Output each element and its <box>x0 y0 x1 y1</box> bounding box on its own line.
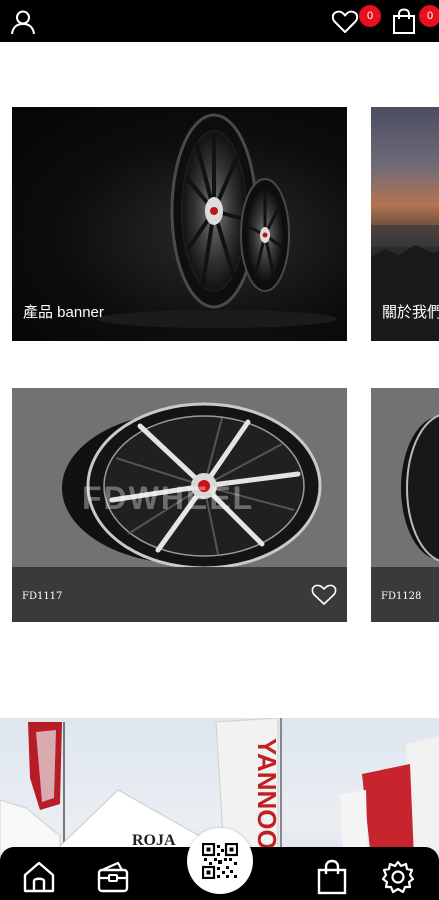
banner-caption: 產品 banner <box>23 304 104 321</box>
settings-gear-icon[interactable] <box>381 860 415 894</box>
product-card[interactable]: FD1128 <box>371 388 439 622</box>
banner-card-about[interactable]: 關於我們 <box>371 107 439 341</box>
product-card[interactable]: FDWHEEL FD1117 <box>12 388 347 622</box>
product-footer: FD1128 <box>371 567 439 622</box>
banner-card-products[interactable]: 產品 banner <box>12 107 347 341</box>
favorite-heart-icon[interactable] <box>311 584 337 606</box>
wheel-product-image <box>62 402 322 568</box>
qr-code-icon <box>202 843 238 879</box>
qr-scan-button[interactable] <box>187 828 253 894</box>
shopping-bag-icon[interactable] <box>392 8 416 34</box>
wishlist-count-badge: 0 <box>359 5 381 27</box>
wheel-product-image <box>401 414 439 562</box>
wallet-icon[interactable] <box>96 861 130 893</box>
cart-count-badge: 0 <box>419 5 439 27</box>
product-footer: FD1117 <box>12 567 347 622</box>
home-icon[interactable] <box>22 861 56 893</box>
banner-caption: 關於我們 <box>382 304 439 321</box>
wishlist-heart-icon[interactable] <box>332 10 358 34</box>
shopping-bag-icon[interactable] <box>316 859 348 895</box>
brand-watermark: FDWHEEL <box>82 480 255 516</box>
product-code: FD1128 <box>381 591 422 602</box>
product-code: FD1117 <box>22 591 63 602</box>
user-icon[interactable] <box>10 9 36 35</box>
flag-text: YANNOO <box>252 738 282 850</box>
